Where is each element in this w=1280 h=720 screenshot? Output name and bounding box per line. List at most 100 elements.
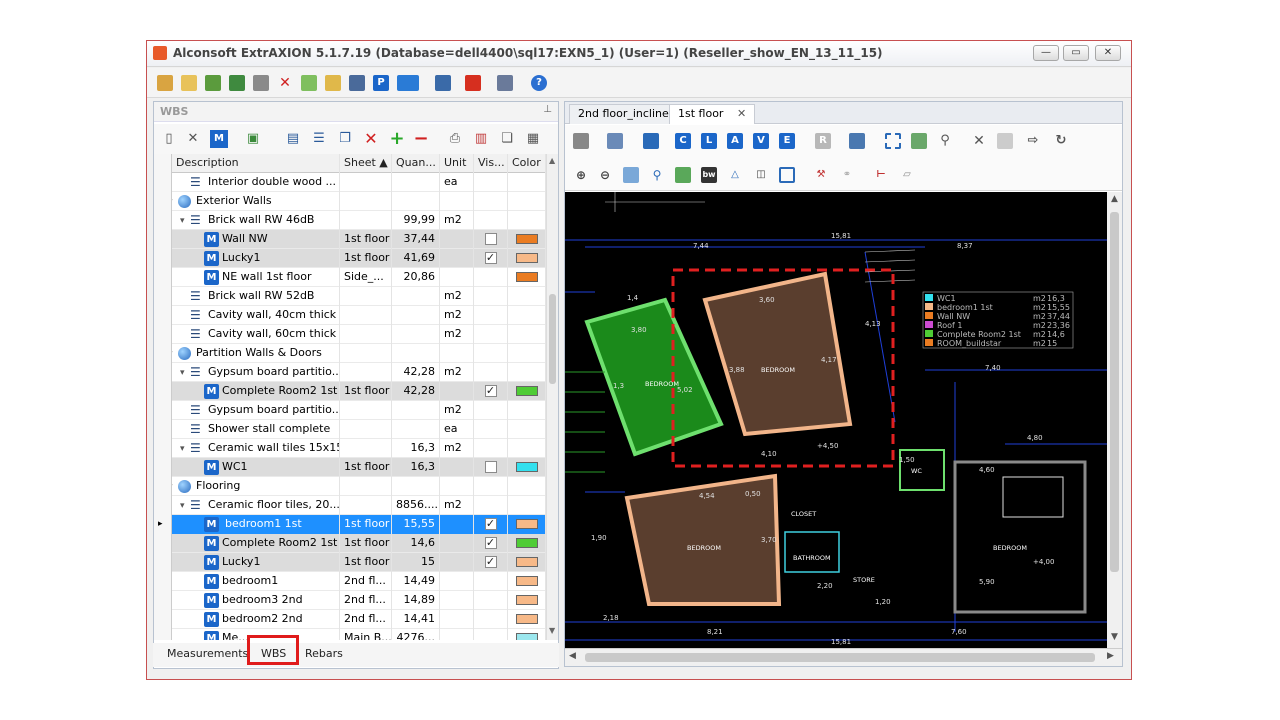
image-icon[interactable] <box>849 133 865 149</box>
drawing-vertical-scrollbar[interactable]: ▲ ▼ <box>1107 192 1122 648</box>
open-folder-icon[interactable] <box>181 75 197 91</box>
import-icon[interactable] <box>205 75 221 91</box>
zoom-window-icon[interactable] <box>623 167 639 183</box>
table-row[interactable]: ▾ ☰ Gypsum board partitio... 42,28 m2 <box>154 363 546 382</box>
duplicate-icon[interactable]: ❏ <box>498 130 516 148</box>
import-wbs-icon[interactable]: ▣ <box>244 130 262 148</box>
table-row[interactable]: ▾ ☰ Brick wall RW 46dB 99,99 m2 <box>154 211 546 230</box>
cell-description[interactable]: ▾ Partition Walls & Doors <box>172 344 340 363</box>
paste-icon[interactable]: ▦ <box>524 130 542 148</box>
sync-icon[interactable] <box>911 133 927 149</box>
zoom-in-icon[interactable]: ⊕ <box>573 167 589 183</box>
m-icon[interactable]: M <box>210 130 228 148</box>
windows-icon[interactable] <box>643 133 659 149</box>
tools-icon[interactable]: ⚒ <box>813 167 829 183</box>
maximize-button[interactable]: ▭ <box>1063 45 1089 61</box>
tab-rebars[interactable]: Rebars <box>305 647 343 660</box>
cell-description[interactable]: ▾ Flooring <box>172 477 340 496</box>
list-options-icon[interactable] <box>497 75 513 91</box>
link-icon[interactable]: ⚭ <box>839 167 855 183</box>
display-icon[interactable] <box>397 75 419 91</box>
color-swatch[interactable] <box>515 538 538 548</box>
table-row[interactable]: M NE wall 1st floor Side_... 20,86 <box>154 268 546 287</box>
table-row[interactable]: M Lucky1 1st floor 15 ✓ <box>154 553 546 572</box>
visibility-checkbox[interactable]: ✓ <box>484 537 497 549</box>
expand-toggle-icon[interactable]: ▾ <box>172 478 173 496</box>
expand-toggle-icon[interactable]: ▾ <box>180 212 185 230</box>
cell-description[interactable]: ▾ ☰ Ceramic floor tiles, 20... <box>172 496 340 515</box>
folder-icon[interactable] <box>325 75 341 91</box>
color-swatch[interactable] <box>515 614 538 624</box>
drawing-scroll-right-icon[interactable]: ▶ <box>1107 651 1114 661</box>
delete-row-icon[interactable]: ✕ <box>362 130 380 148</box>
minimize-button[interactable]: — <box>1033 45 1059 61</box>
wbs-vertical-scrollbar[interactable]: ▲ ▼ <box>546 154 558 640</box>
pin-icon[interactable]: ⊥ <box>543 104 552 115</box>
refresh-view-icon[interactable] <box>675 167 691 183</box>
table-row[interactable]: M Lucky1 1st floor 41,69 ✓ <box>154 249 546 268</box>
cell-description[interactable]: Mbedroom3 2nd <box>172 591 340 610</box>
color-swatch[interactable] <box>515 234 538 244</box>
table-row[interactable]: Mbedroom2 2nd 2nd fl... 14,41 <box>154 610 546 629</box>
cut-icon[interactable]: ✕ <box>184 130 202 148</box>
wbs-scroll-thumb[interactable] <box>549 294 556 384</box>
properties-icon[interactable]: ▤ <box>284 130 302 148</box>
drawing-scroll-thumb[interactable] <box>1110 212 1119 572</box>
zoom-out-icon[interactable]: ⊖ <box>597 167 613 183</box>
list-icon[interactable]: ☰ <box>310 130 328 148</box>
table-row[interactable]: ☰ Cavity wall, 60cm thick m2 <box>154 325 546 344</box>
add-icon[interactable]: + <box>388 130 406 148</box>
cell-description[interactable]: Mbedroom1 <box>172 572 340 591</box>
length-icon[interactable]: L <box>701 133 717 149</box>
color-swatch[interactable] <box>515 557 538 567</box>
color-swatch[interactable] <box>515 633 538 640</box>
column-header-unit[interactable]: Unit <box>440 154 474 173</box>
column-header-description[interactable]: Description <box>172 154 340 173</box>
cell-description[interactable]: ☰ Shower stall complete <box>172 420 340 439</box>
copy-icon[interactable]: ❐ <box>336 130 354 148</box>
bw-icon[interactable]: bw <box>701 167 717 183</box>
close-button[interactable]: ✕ <box>1095 45 1121 61</box>
drawing-scroll-down-icon[interactable]: ▼ <box>1111 632 1118 642</box>
layers-icon[interactable] <box>607 133 623 149</box>
color-swatch[interactable] <box>515 253 538 263</box>
cell-description[interactable]: ☰ Brick wall RW 52dB <box>172 287 340 306</box>
close-tab-icon[interactable]: ✕ <box>737 107 746 120</box>
page-icon[interactable] <box>997 133 1013 149</box>
tab-1st-floor[interactable]: 1st floor ✕ <box>669 104 756 124</box>
table-row[interactable]: Mbedroom3 2nd 2nd fl... 14,89 <box>154 591 546 610</box>
column-header-color[interactable]: Color <box>508 154 546 173</box>
visibility-checkbox[interactable]: ✓ <box>484 518 497 530</box>
table-row[interactable]: ▾ Exterior Walls <box>154 192 546 211</box>
scroll-down-icon[interactable]: ▼ <box>549 626 555 635</box>
r-icon[interactable]: R <box>815 133 831 149</box>
cell-description[interactable]: ☰ Interior double wood ... <box>172 173 340 192</box>
visibility-checkbox[interactable] <box>484 233 497 245</box>
export-icon[interactable] <box>229 75 245 91</box>
color-swatch[interactable] <box>515 576 538 586</box>
table-row[interactable]: M Wall NW 1st floor 37,44 <box>154 230 546 249</box>
cell-description[interactable]: ▾ ☰ Ceramic wall tiles 15x15 <box>172 439 340 458</box>
delete-icon[interactable]: ✕ <box>277 75 293 91</box>
expand-toggle-icon[interactable]: ▾ <box>172 193 173 211</box>
color-swatch[interactable] <box>515 462 538 472</box>
axis-icon[interactable]: ⊢ <box>873 167 889 183</box>
cell-description[interactable]: ▾ Exterior Walls <box>172 192 340 211</box>
cell-description[interactable]: M Wall NW <box>172 230 340 249</box>
tree-icon[interactable] <box>349 75 365 91</box>
frame-icon[interactable] <box>779 167 795 183</box>
remove-icon[interactable]: − <box>412 130 430 148</box>
table-row[interactable]: ☰ Interior double wood ... ea <box>154 173 546 192</box>
search-drawing-icon[interactable]: ⚲ <box>937 133 953 149</box>
cell-description[interactable]: Mbedroom1 1st <box>172 515 340 534</box>
refresh-icon[interactable] <box>301 75 317 91</box>
tab-2nd-floor-inclined[interactable]: 2nd floor_inclined <box>569 104 685 124</box>
drawing-horizontal-scrollbar[interactable]: ◀ ▶ <box>565 648 1122 666</box>
floor-plan-drawing[interactable]: WC1 m2 16,3bedroom1 1st m2 15,55Wall NW m2 37,… <box>565 192 1107 648</box>
drawing-scroll-left-icon[interactable]: ◀ <box>569 651 576 661</box>
help-icon[interactable]: ? <box>531 75 547 91</box>
angle-icon[interactable]: △ <box>727 167 743 183</box>
volume-icon[interactable]: V <box>753 133 769 149</box>
column-header-sheet[interactable]: Sheet ▲ <box>340 154 392 173</box>
print-icon[interactable]: ⎙ <box>446 130 464 148</box>
